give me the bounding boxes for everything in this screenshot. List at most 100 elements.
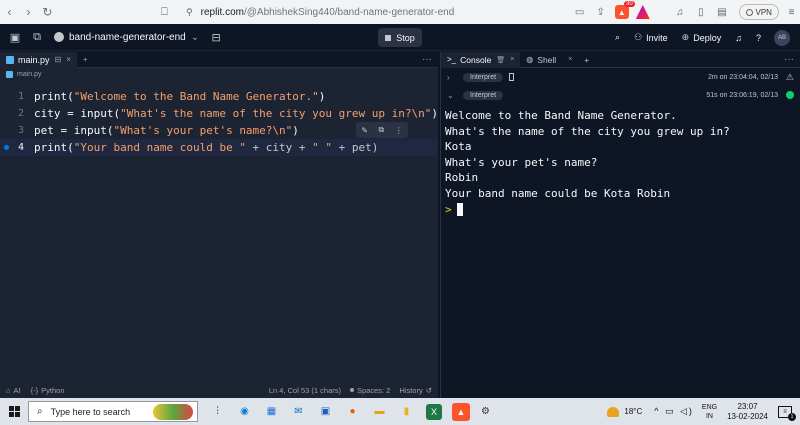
weather-icon [607, 406, 620, 417]
copy-icon[interactable]: ⧉ [378, 125, 384, 135]
store-icon[interactable]: ▦ [260, 400, 283, 423]
edit-icon[interactable]: ✎ [361, 126, 368, 135]
console-tabbar: >_ Console 🗑 × ◍ Shell × + ··· [441, 51, 800, 68]
back-icon[interactable]: ‹ [0, 2, 19, 22]
trash-icon[interactable]: 🗑 [496, 56, 505, 64]
run-entry[interactable]: › Interpret 2m on 23:04:04, 02/13 ⚠ [441, 68, 800, 86]
layout-icon[interactable]: ⊟ [205, 27, 227, 47]
new-tab-icon[interactable]: + [83, 55, 88, 64]
invite-button[interactable]: ⚇ Invite [629, 28, 673, 47]
lang-bottom: IN [705, 412, 713, 420]
repl-name: band-name-generator-end [69, 31, 186, 43]
output-line: Robin [445, 171, 479, 184]
code-token: ) [431, 107, 438, 120]
share-icon[interactable]: ⇪ [592, 3, 609, 21]
deploy-button[interactable]: ⊕ Deploy [677, 28, 727, 47]
line-number: 1 [17, 91, 24, 102]
excel-icon[interactable]: X [426, 403, 442, 420]
spaces-setting[interactable]: Spaces: 2 [350, 386, 390, 395]
split-icon[interactable]: ⊟ [55, 55, 62, 64]
wallet-icon[interactable]: ▤ [713, 3, 730, 21]
browser-toolbar: ‹ › ↻ ⎕ ⚲ replit.com/@AbhishekSing440/ba… [0, 0, 800, 24]
tab-shell[interactable]: ◍ Shell × [520, 52, 578, 68]
system-icons[interactable]: ^ ▭ ◁) [654, 406, 694, 417]
sidebar-icon[interactable]: ▯ [692, 3, 709, 21]
more-options-icon[interactable]: ··· [422, 54, 432, 65]
notifications-icon[interactable]: ♫ [730, 28, 747, 47]
code-line[interactable]: 4 print("Your band name could be " + city… [0, 139, 438, 156]
brave-shields-icon[interactable]: ▲ 30 [613, 1, 635, 21]
ai-icon: ⌂ [6, 385, 11, 395]
code-line[interactable]: 1 print("Welcome to the Band Name Generat… [0, 88, 438, 105]
brave-rewards-icon[interactable] [634, 3, 651, 21]
text-caret [456, 202, 463, 216]
code-icon: {-} [30, 385, 39, 395]
avatar[interactable]: AB [774, 29, 790, 46]
more-vertical-icon[interactable]: ⋮ [395, 126, 403, 135]
weather-widget[interactable]: 18°C [607, 406, 642, 417]
console-output[interactable]: Welcome to the Band Name Generator. What… [441, 104, 800, 221]
media-icon[interactable]: ♫ [671, 3, 688, 21]
shields-count: 30 [624, 1, 635, 7]
code-token: "What's your pet's name?\n" [113, 124, 293, 137]
language-indicator[interactable]: ENG IN [702, 403, 717, 421]
power-bi-icon[interactable]: ▮ [395, 400, 418, 423]
address-bar[interactable]: ⚲ replit.com/@AbhishekSing440/band-name-… [186, 2, 567, 22]
language-indicator[interactable]: {-} Python [31, 386, 65, 395]
repl-name-button[interactable]: band-name-generator-end ⌄ [54, 32, 199, 43]
new-tab-icon[interactable]: + [578, 52, 595, 68]
ai-button[interactable]: ⌂ AI [6, 386, 21, 395]
run-time: 2m on 23:04:04, 02/13 [707, 73, 778, 81]
code-token: + city + [245, 141, 313, 154]
url-path: /@AbhishekSing440/band-name-generator-en… [243, 6, 455, 18]
notification-center-icon[interactable]: ≡ 1 [778, 405, 796, 421]
current-line-indicator [4, 145, 9, 150]
stop-button[interactable]: Stop [378, 28, 422, 47]
chevron-down-icon: ⌄ [447, 90, 454, 100]
breadcrumb-file[interactable]: main.py [17, 71, 42, 78]
close-icon[interactable]: × [568, 56, 572, 63]
close-icon[interactable]: × [510, 56, 514, 63]
edge-icon[interactable]: ◉ [233, 400, 256, 423]
vpn-label: VPN [755, 7, 772, 17]
close-icon[interactable]: × [66, 55, 71, 64]
bookmark-icon[interactable]: ⎕ [157, 6, 172, 19]
search-icon[interactable]: ⌕ [610, 28, 625, 47]
editor-pane: main.py ⊟ × + ··· main.py 1 print("Welcom… [0, 51, 438, 398]
language-label: Python [41, 385, 65, 395]
clock[interactable]: 23:07 13-02-2024 [727, 402, 768, 422]
run-entry[interactable]: ⌄ Interpret 51s on 23:06:19, 02/13 [441, 86, 800, 104]
forward-icon[interactable]: › [19, 2, 38, 22]
warning-icon: ⚠ [785, 71, 794, 82]
history-label: History [399, 385, 423, 395]
app-icon[interactable]: ▣ [314, 400, 337, 423]
brave-icon[interactable]: ▲ [452, 402, 470, 421]
vpn-button[interactable]: VPN [738, 4, 779, 20]
file-explorer-icon[interactable]: ▬ [368, 400, 391, 423]
console-input[interactable]: > [445, 201, 796, 217]
history-button[interactable]: History ↺ [399, 386, 432, 395]
firefox-icon[interactable]: ● [341, 400, 364, 423]
lang-top: ENG [701, 403, 718, 411]
menu-icon[interactable]: ≡ [783, 3, 800, 21]
task-view-icon[interactable]: ⫶ [206, 400, 229, 423]
code-line[interactable]: 2 city = input("What's the name of the ci… [0, 105, 438, 122]
cursor-position[interactable]: Ln 4, Col 53 (1 chars) [269, 386, 341, 395]
more-options-icon[interactable]: ··· [784, 54, 794, 65]
cast-icon[interactable]: ▭ [571, 3, 588, 21]
app-icon[interactable]: ⚙ [474, 400, 497, 423]
invite-label: Invite [646, 32, 668, 43]
site-info-icon[interactable]: ⚲ [186, 7, 193, 18]
chevron-down-icon: ⌄ [190, 31, 200, 43]
output-line: Kota [445, 140, 472, 153]
toggle-sidebar-icon[interactable]: ▣ [4, 27, 26, 47]
url-host: replit.com [200, 6, 244, 18]
taskbar-search[interactable]: ⌕ Type here to search [28, 401, 198, 422]
tab-console[interactable]: >_ Console 🗑 × [441, 51, 521, 68]
mail-icon[interactable]: ✉ [287, 400, 310, 423]
tab-main-py[interactable]: main.py ⊟ × [0, 51, 77, 68]
replit-logo-icon[interactable]: ⧉ [26, 27, 48, 47]
windows-start-icon[interactable] [0, 398, 28, 425]
reload-icon[interactable]: ↻ [38, 2, 57, 22]
help-icon[interactable]: ? [751, 28, 766, 47]
